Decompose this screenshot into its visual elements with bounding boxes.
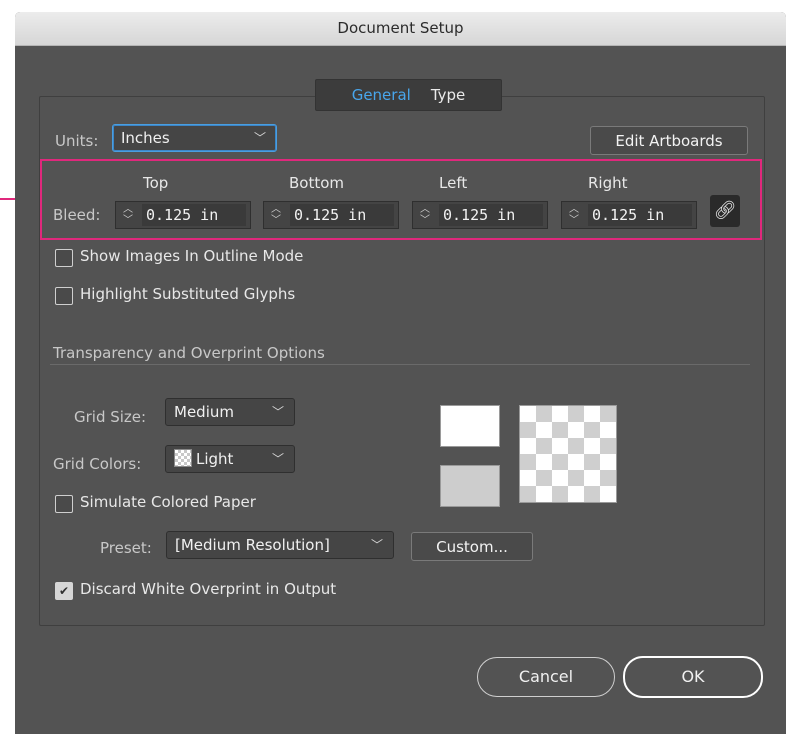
stepper-arrows-icon[interactable]: ︿ ﹀ bbox=[416, 204, 434, 226]
bleed-label: Bleed: bbox=[53, 206, 101, 224]
units-select[interactable]: Inches ﹀ bbox=[112, 124, 277, 152]
grid-size-value: Medium bbox=[174, 403, 234, 421]
transparency-grid-preview bbox=[519, 405, 617, 503]
discard-white-checkbox[interactable]: ✔ bbox=[55, 582, 73, 600]
stepper-arrows-icon[interactable]: ︿ ﹀ bbox=[267, 204, 285, 226]
bleed-left-label: Left bbox=[439, 174, 468, 192]
bleed-right-field[interactable]: ︿ ﹀ bbox=[561, 201, 697, 229]
chevron-down-icon: ﹀ bbox=[271, 405, 284, 419]
bleed-left-field[interactable]: ︿ ﹀ bbox=[412, 201, 548, 229]
bleed-bottom-field[interactable]: ︿ ﹀ bbox=[263, 201, 399, 229]
preset-select[interactable]: [Medium Resolution] ﹀ bbox=[166, 531, 394, 559]
window-title: Document Setup bbox=[15, 12, 786, 46]
bleed-right-label: Right bbox=[588, 174, 628, 192]
discard-white-label: Discard White Overprint in Output bbox=[80, 580, 337, 598]
ok-button[interactable]: OK bbox=[623, 656, 763, 698]
grid-colors-label: Grid Colors: bbox=[53, 455, 142, 473]
bleed-bottom-input[interactable] bbox=[290, 204, 394, 226]
chevron-down-icon: ﹀ bbox=[253, 131, 266, 145]
stepper-arrows-icon[interactable]: ︿ ﹀ bbox=[565, 204, 583, 226]
checker-swatch-icon bbox=[174, 449, 192, 467]
chain-link-icon[interactable]: 🔗︎ bbox=[710, 195, 740, 227]
grid-colors-select[interactable]: Light ﹀ bbox=[165, 445, 295, 473]
highlight-glyphs-checkbox[interactable] bbox=[55, 287, 73, 305]
simulate-paper-label: Simulate Colored Paper bbox=[80, 493, 256, 511]
bleed-top-field[interactable]: ︿ ﹀ bbox=[115, 201, 251, 229]
edit-artboards-button[interactable]: Edit Artboards bbox=[590, 126, 748, 155]
bleed-top-input[interactable] bbox=[142, 204, 246, 226]
document-setup-dialog: Document Setup General Type Units: Inche… bbox=[15, 12, 786, 734]
grid-colors-value: Light bbox=[196, 450, 234, 468]
bleed-top-label: Top bbox=[143, 174, 169, 192]
transparency-section-title: Transparency and Overprint Options bbox=[53, 344, 325, 362]
grid-color-swatch[interactable] bbox=[440, 465, 500, 507]
paper-color-swatch[interactable] bbox=[440, 405, 500, 447]
tab-type[interactable]: Type bbox=[423, 83, 473, 107]
highlight-glyphs-label: Highlight Substituted Glyphs bbox=[80, 285, 296, 303]
stepper-arrows-icon[interactable]: ︿ ﹀ bbox=[119, 204, 137, 226]
simulate-paper-checkbox[interactable] bbox=[55, 495, 73, 513]
show-images-checkbox[interactable] bbox=[55, 249, 73, 267]
bleed-bottom-label: Bottom bbox=[289, 174, 345, 192]
custom-button[interactable]: Custom... bbox=[411, 532, 533, 561]
section-divider bbox=[50, 364, 750, 365]
tab-bar: General Type bbox=[315, 79, 502, 111]
tab-general[interactable]: General bbox=[344, 83, 419, 107]
chevron-down-icon: ﹀ bbox=[370, 538, 383, 552]
show-images-label: Show Images In Outline Mode bbox=[80, 247, 304, 265]
bleed-left-input[interactable] bbox=[439, 204, 543, 226]
preset-value: [Medium Resolution] bbox=[175, 536, 330, 554]
units-label: Units: bbox=[55, 132, 99, 150]
preset-label: Preset: bbox=[100, 539, 152, 557]
grid-size-select[interactable]: Medium ﹀ bbox=[165, 398, 295, 426]
cancel-button[interactable]: Cancel bbox=[477, 657, 615, 697]
bleed-right-input[interactable] bbox=[588, 204, 692, 226]
grid-size-label: Grid Size: bbox=[74, 408, 147, 426]
units-value: Inches bbox=[121, 129, 170, 147]
chevron-down-icon: ﹀ bbox=[271, 452, 284, 466]
